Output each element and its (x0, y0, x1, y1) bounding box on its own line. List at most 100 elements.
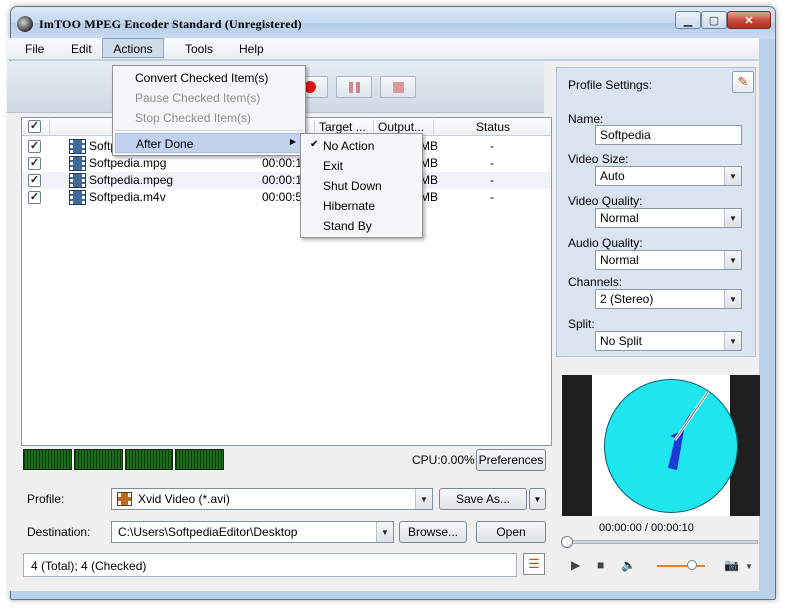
chevron-down-icon[interactable]: ▼ (724, 167, 741, 185)
volume-icon[interactable]: 🔈 (621, 558, 636, 572)
header-separator (433, 119, 434, 135)
menu-edit[interactable]: Edit (61, 40, 102, 58)
row-checkbox[interactable]: ✓ (28, 140, 41, 153)
clock-image (604, 379, 738, 513)
app-icon (17, 16, 33, 32)
timecode: 00:00:00 / 00:00:10 (599, 522, 694, 534)
name-label: Name: (568, 112, 604, 126)
cpu-usage: CPU:0.00% (412, 453, 475, 467)
name-value: Softpedia (600, 128, 651, 142)
save-as-button[interactable]: Save As... (439, 488, 527, 510)
table-row[interactable]: ✓ Softpedia.mpg 00:00:12 MB - (22, 155, 551, 172)
channels-select[interactable]: 2 (Stereo) ▼ (595, 289, 742, 309)
video-size-label: Video Size: (568, 152, 629, 166)
video-quality-select[interactable]: Normal ▼ (595, 208, 742, 228)
row-checkbox[interactable]: ✓ (28, 191, 41, 204)
seek-handle[interactable] (561, 536, 573, 548)
name-input[interactable]: Softpedia (595, 125, 742, 145)
menu-item-shut-down[interactable]: Shut Down (303, 176, 420, 196)
file-list[interactable]: ✓ Target ... Output... Status ✓ Softpedi… (21, 117, 552, 446)
destination-input[interactable]: C:\Users\SoftpediaEditor\Desktop ▼ (111, 521, 394, 543)
video-file-icon (69, 190, 86, 205)
split-select[interactable]: No Split ▼ (595, 331, 742, 351)
stop-icon (392, 81, 404, 93)
pause-button[interactable] (336, 76, 372, 98)
chevron-down-icon[interactable]: ▼ (415, 489, 432, 509)
split-value: No Split (600, 334, 643, 348)
menu-actions[interactable]: Actions (102, 38, 164, 58)
channels-value: 2 (Stereo) (600, 292, 654, 306)
seek-bar[interactable] (561, 536, 758, 548)
file-name: Softpedia.mpeg (89, 173, 174, 187)
preview-panel: 00:00:00 / 00:00:10 ▶ ■ 🔈 📷 ▼ (556, 357, 760, 591)
meter-segment (73, 449, 123, 470)
header-separator (49, 119, 50, 135)
chevron-down-icon[interactable]: ▼ (376, 522, 393, 542)
maximize-button[interactable]: ▢ (701, 11, 727, 29)
video-quality-label: Video Quality: (568, 194, 643, 208)
row-checkbox[interactable]: ✓ (28, 174, 41, 187)
clock-hands (668, 391, 710, 470)
file-status: - (490, 139, 494, 153)
row-checkbox[interactable]: ✓ (28, 157, 41, 170)
menu-item-no-action[interactable]: ✔ No Action (303, 136, 420, 156)
table-row[interactable]: ✓ Softpedia.m4v 00:00:53 MB - (22, 189, 551, 206)
menu-item-convert[interactable]: Convert Checked Item(s) (115, 68, 303, 88)
menu-file[interactable]: File (15, 40, 54, 58)
preview-frame (592, 375, 738, 516)
video-size-select[interactable]: Auto ▼ (595, 166, 742, 186)
header-status[interactable]: Status (476, 120, 510, 134)
meter-segment (124, 449, 174, 470)
after-done-submenu: ✔ No Action Exit Shut Down Hibernate Sta… (300, 133, 423, 238)
menu-item-after-done[interactable]: After Done ▶ (115, 133, 303, 153)
split-label: Split: (568, 317, 595, 331)
audio-quality-select[interactable]: Normal ▼ (595, 250, 742, 270)
meter-segment (23, 449, 72, 470)
stop-button[interactable] (380, 76, 416, 98)
header-target[interactable]: Target ... (319, 120, 366, 134)
video-quality-value: Normal (600, 211, 639, 225)
close-button[interactable]: ✕ (727, 11, 771, 29)
save-as-dropdown-button[interactable]: ▼ (529, 488, 546, 510)
chevron-down-icon[interactable]: ▼ (724, 290, 741, 308)
pause-icon (348, 81, 360, 93)
edit-profile-icon[interactable]: ✎ (732, 71, 754, 93)
video-preview[interactable] (562, 375, 760, 516)
log-icon[interactable]: ☰ (523, 553, 545, 575)
title-bar[interactable]: ImTOO MPEG Encoder Standard (Unregistere… (11, 7, 775, 39)
video-file-icon (69, 156, 86, 171)
camera-icon[interactable]: 📷 (724, 558, 739, 572)
menu-item-exit[interactable]: Exit (303, 156, 420, 176)
chevron-down-icon[interactable]: ▼ (724, 332, 741, 350)
channels-label: Channels: (568, 275, 623, 289)
chevron-right-icon: ▶ (289, 137, 296, 146)
menu-item-stop: Stop Checked Item(s) (135, 111, 252, 125)
preferences-button[interactable]: Preferences (476, 449, 546, 471)
menu-item-stand-by[interactable]: Stand By (303, 216, 420, 236)
video-file-icon (69, 173, 86, 188)
menu-help[interactable]: Help (229, 40, 274, 58)
open-button[interactable]: Open (476, 521, 546, 543)
check-all-checkbox[interactable]: ✓ (28, 120, 41, 133)
check-icon: ✔ (310, 139, 319, 150)
table-row[interactable]: ✓ Softpedia.mpeg 00:00:10 MB - (22, 172, 551, 189)
menu-tools[interactable]: Tools (175, 40, 223, 58)
chevron-down-icon[interactable]: ▼ (724, 251, 741, 269)
stop-icon[interactable]: ■ (597, 558, 604, 572)
play-icon[interactable]: ▶ (571, 558, 580, 572)
volume-handle[interactable] (687, 560, 697, 570)
minimize-button[interactable]: ▁ (675, 11, 701, 29)
menu-item-hibernate[interactable]: Hibernate (303, 196, 420, 216)
volume-slider[interactable] (657, 565, 705, 567)
video-file-icon (69, 139, 86, 154)
chevron-down-icon[interactable]: ▼ (745, 562, 753, 571)
activity-meters (23, 449, 224, 470)
profile-select[interactable]: Xvid Video (*.avi) ▼ (111, 488, 433, 510)
no-action-label: No Action (323, 139, 375, 153)
browse-button[interactable]: Browse... (399, 521, 467, 543)
audio-quality-label: Audio Quality: (568, 236, 643, 250)
chevron-down-icon[interactable]: ▼ (724, 209, 741, 227)
profile-settings-panel: Profile Settings: ✎ Name: Softpedia Vide… (556, 67, 756, 357)
header-output[interactable]: Output... (378, 120, 424, 134)
profile-settings-title: Profile Settings: (568, 78, 653, 92)
